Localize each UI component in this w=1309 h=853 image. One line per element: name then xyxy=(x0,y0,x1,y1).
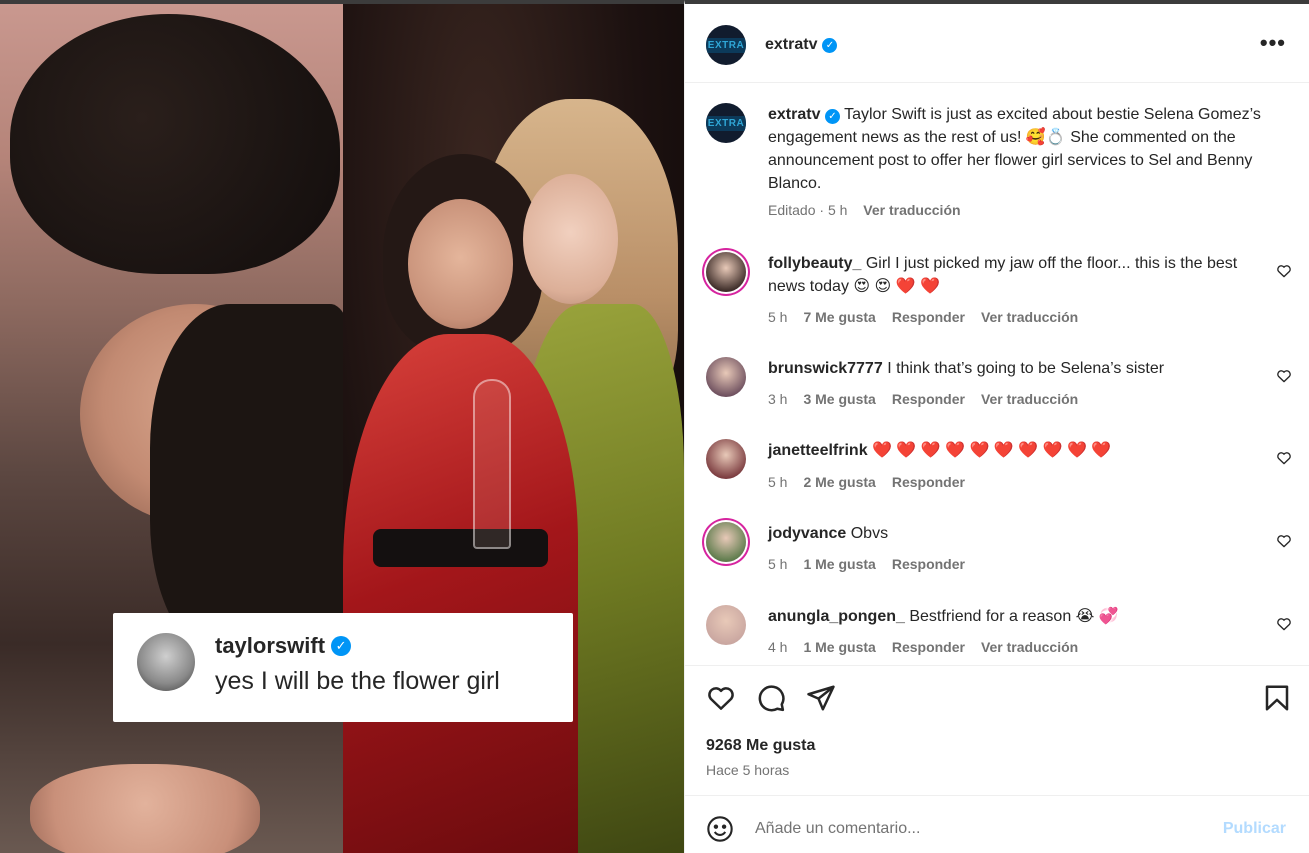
action-bar: 9268 Me gusta Hace 5 horas xyxy=(685,665,1309,795)
likes-count[interactable]: 9268 Me gusta xyxy=(706,737,815,755)
post-media[interactable]: taylorswift ✓ yes I will be the flower g… xyxy=(0,0,684,853)
overlay-comment-text: yes I will be the flower girl xyxy=(215,667,500,695)
verified-icon: ✓ xyxy=(824,109,840,124)
overlay-username-row: taylorswift ✓ xyxy=(215,633,352,659)
comment-meta: 4 h 1 Me gusta Responder Ver traducción xyxy=(768,639,1094,655)
comment-likes[interactable]: 2 Me gusta xyxy=(803,474,875,490)
avatar[interactable] xyxy=(706,522,746,562)
photo-left-couple xyxy=(0,4,350,853)
caption-text-block: extratv ✓ Taylor Swift is just as excite… xyxy=(768,103,1268,195)
avatar[interactable] xyxy=(706,605,746,645)
comment-body: janetteelfrink ❤️ ❤️ ❤️ ❤️ ❤️ ❤️ ❤️ ❤️ ❤… xyxy=(768,439,1263,462)
overlay-comment-card: taylorswift ✓ yes I will be the flower g… xyxy=(113,613,573,722)
heart-icon[interactable] xyxy=(1276,616,1292,632)
photo-shape xyxy=(343,334,578,853)
photo-shape xyxy=(473,379,511,549)
avatar[interactable]: EXTRA xyxy=(706,25,746,65)
caption-username[interactable]: extratv xyxy=(768,106,820,123)
comment-body: brunswick7777 I think that’s going to be… xyxy=(768,357,1263,380)
verified-icon: ✓ xyxy=(822,37,838,53)
overlay-username: taylorswift xyxy=(215,633,326,658)
post-header: EXTRA extratv ✓ ••• xyxy=(685,8,1309,83)
reply-link[interactable]: Responder xyxy=(892,391,965,407)
bookmark-icon[interactable] xyxy=(1262,683,1292,713)
reply-link[interactable]: Responder xyxy=(892,556,965,572)
share-icon[interactable] xyxy=(806,683,836,713)
photo-right-friends xyxy=(343,4,684,853)
comment-text: ❤️ ❤️ ❤️ ❤️ ❤️ ❤️ ❤️ ❤️ ❤️ ❤️ xyxy=(872,442,1112,459)
comment-meta: 5 h 1 Me gusta Responder xyxy=(768,556,981,572)
comment-username[interactable]: jodyvance xyxy=(768,525,846,542)
translate-link[interactable]: Ver traducción xyxy=(981,639,1078,655)
comment-meta: 5 h 2 Me gusta Responder xyxy=(768,474,981,490)
avatar[interactable] xyxy=(706,439,746,479)
add-comment-bar: Publicar xyxy=(685,795,1309,853)
comment-username[interactable]: janetteelfrink xyxy=(768,442,868,459)
comment-time: 5 h xyxy=(768,474,788,490)
comment-body: follybeauty_ Girl I just picked my jaw o… xyxy=(768,252,1263,298)
photo-shape xyxy=(373,529,548,567)
heart-icon[interactable] xyxy=(1276,368,1292,384)
heart-icon[interactable] xyxy=(1276,450,1292,466)
comment-text: I think that’s going to be Selena’s sist… xyxy=(887,360,1165,377)
comment-text: Obvs xyxy=(850,525,889,542)
publish-button[interactable]: Publicar xyxy=(1223,820,1286,838)
post-username-row: extratv ✓ xyxy=(765,36,838,54)
comment-time: 3 h xyxy=(768,391,788,407)
translate-link[interactable]: Ver traducción xyxy=(863,202,960,218)
post-time: Hace 5 horas xyxy=(706,762,790,778)
avatar[interactable] xyxy=(706,252,746,292)
heart-icon[interactable] xyxy=(1276,263,1292,279)
more-icon[interactable]: ••• xyxy=(1260,30,1286,56)
comment-body: anungla_pongen_ Bestfriend for a reason … xyxy=(768,605,1263,628)
translate-link[interactable]: Ver traducción xyxy=(981,391,1078,407)
avatar[interactable] xyxy=(706,357,746,397)
photo-shape xyxy=(30,764,260,853)
photo-shape xyxy=(523,174,618,304)
overlay-avatar xyxy=(137,633,195,691)
comment-meta: 5 h 7 Me gusta Responder Ver traducción xyxy=(768,309,1094,325)
caption-text: Taylor Swift is just as excited about be… xyxy=(768,106,1261,192)
comment-time: 5 h xyxy=(768,556,788,572)
comment-username[interactable]: follybeauty_ xyxy=(768,255,861,272)
post-side-panel: EXTRA extratv ✓ ••• EXTRA extratv ✓ Tayl… xyxy=(684,0,1309,853)
comment-likes[interactable]: 7 Me gusta xyxy=(803,309,875,325)
brand-logo: EXTRA xyxy=(706,37,746,53)
reply-link[interactable]: Responder xyxy=(892,309,965,325)
comment-time: 4 h xyxy=(768,639,788,655)
emoji-icon[interactable] xyxy=(706,815,734,843)
heart-icon[interactable] xyxy=(1276,533,1292,549)
comment-likes[interactable]: 1 Me gusta xyxy=(803,639,875,655)
comment-likes[interactable]: 1 Me gusta xyxy=(803,556,875,572)
comment-meta: 3 h 3 Me gusta Responder Ver traducción xyxy=(768,391,1094,407)
photo-shape xyxy=(150,304,350,664)
comment-icon[interactable] xyxy=(756,683,786,713)
brand-logo: EXTRA xyxy=(706,115,746,131)
comment-username[interactable]: brunswick7777 xyxy=(768,360,883,377)
verified-icon: ✓ xyxy=(331,636,352,656)
photo-shape xyxy=(10,14,340,274)
comment-text: Bestfriend for a reason 😭 💞 xyxy=(909,608,1119,625)
comment-likes[interactable]: 3 Me gusta xyxy=(803,391,875,407)
comment-input[interactable] xyxy=(755,816,1185,842)
heart-icon[interactable] xyxy=(706,683,736,713)
reply-link[interactable]: Responder xyxy=(892,474,965,490)
reply-link[interactable]: Responder xyxy=(892,639,965,655)
photo-shape xyxy=(408,199,513,329)
comment-body: jodyvance Obvs xyxy=(768,522,1263,545)
edited-label: Editado xyxy=(768,202,816,218)
comment-username[interactable]: anungla_pongen_ xyxy=(768,608,905,625)
translate-link[interactable]: Ver traducción xyxy=(981,309,1078,325)
comment-time: 5 h xyxy=(768,309,788,325)
post-username[interactable]: extratv xyxy=(765,36,817,54)
caption-time: 5 h xyxy=(827,202,848,218)
caption-meta: Editado · 5 h Ver traducción xyxy=(768,202,961,218)
avatar[interactable]: EXTRA xyxy=(706,103,746,143)
